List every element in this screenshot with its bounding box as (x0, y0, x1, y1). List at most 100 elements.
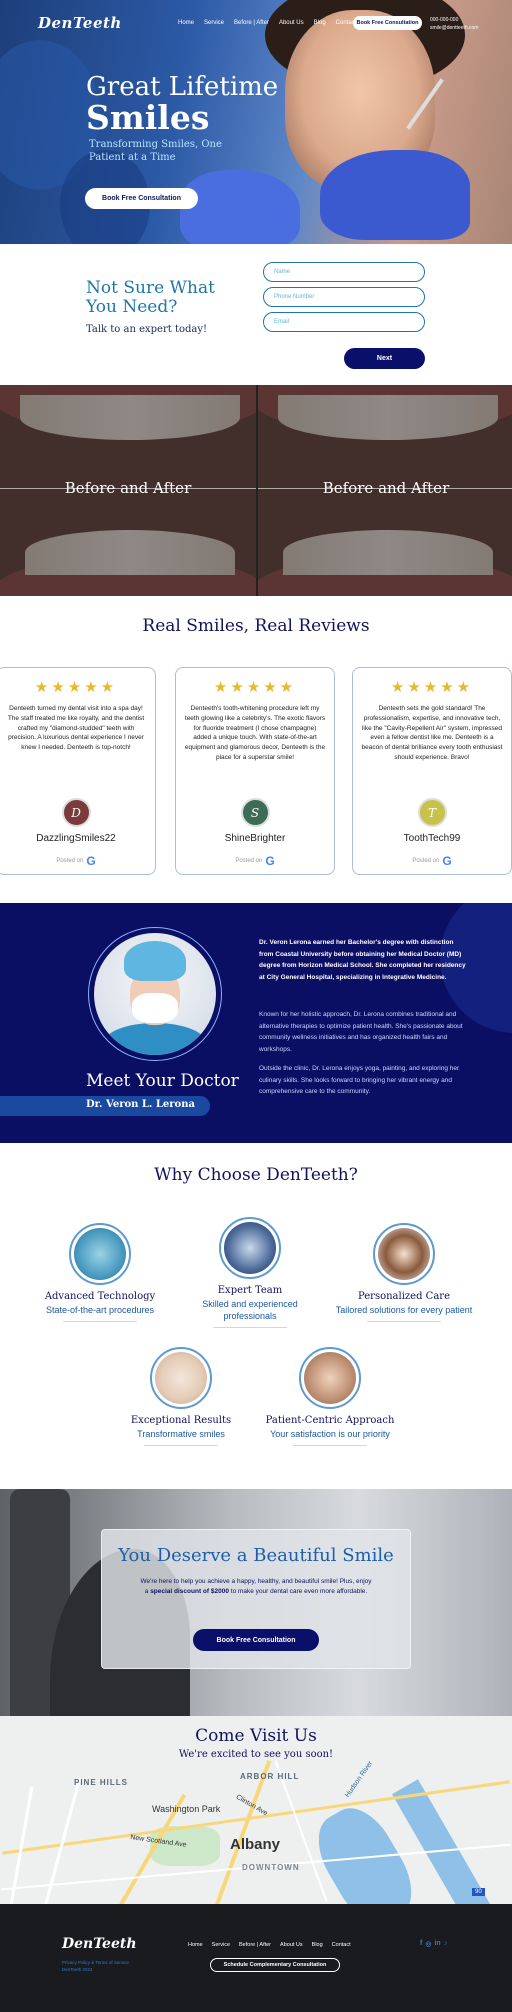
review-text: Denteeth turned my dental visit into a s… (7, 705, 145, 752)
footer-link-home[interactable]: Home (188, 1942, 203, 1948)
hero-photo-glove (180, 170, 300, 244)
cta-text-after: to make your dental care even more affor… (228, 1588, 368, 1595)
results-photo (150, 1347, 212, 1409)
feature-advanced-technology: Advanced Technology State-of-the-art pro… (25, 1223, 175, 1322)
nav-email[interactable]: smile@dentteeth.com (430, 24, 478, 32)
email-input[interactable]: Email (263, 312, 425, 332)
map-city-label: Albany (230, 1836, 281, 1853)
feature-subtitle: Transformative smiles (137, 1429, 225, 1439)
doctor-photo-mask (132, 993, 178, 1023)
review-text: Denteeth sets the gold standard! The pro… (361, 705, 503, 761)
contact-heading: Not Sure What You Need? (86, 278, 215, 317)
site-logo[interactable]: DenTeeth (38, 14, 122, 32)
nav-link-home[interactable]: Home (178, 20, 194, 26)
nav-link-before-after[interactable]: Before | After (234, 20, 269, 26)
care-photo (373, 1223, 435, 1285)
reviews-heading: Real Smiles, Real Reviews (142, 616, 370, 636)
feature-title: Advanced Technology (44, 1291, 156, 1302)
avatar-initial: S (250, 805, 260, 820)
linkedin-icon[interactable]: in (434, 1940, 440, 1948)
footer-link-contact[interactable]: Contact (332, 1942, 351, 1948)
patient-photo (299, 1347, 361, 1409)
map-section[interactable]: PINE HILLS ARBOR HILL Washington Park Cl… (0, 1716, 512, 1904)
map-label: Hudson River (344, 1760, 375, 1799)
instagram-icon[interactable]: ◎ (425, 1940, 431, 1948)
nav-book-consultation-button[interactable]: Book Free Consultation (353, 16, 422, 30)
footer-links: Home Service Before | After About Us Blo… (188, 1942, 351, 1948)
name-input[interactable]: Name (263, 262, 425, 282)
footer-policy-link[interactable]: Privacy Policy & Terms of Service (62, 1960, 129, 1965)
feature-expert-team: Expert Team Skilled and experienced prof… (175, 1217, 325, 1328)
feature-title: Patient-Centric Approach (265, 1415, 395, 1426)
nav-phone[interactable]: 000-000-000 (430, 16, 478, 24)
footer-copyright: DenTeeth 2024 (62, 1967, 93, 1972)
why-heading: Why Choose DenTeeth? (154, 1165, 358, 1185)
star-rating: ★★★★★ (213, 679, 297, 696)
footer-link-before-after[interactable]: Before | After (239, 1942, 271, 1948)
avatar: D (61, 798, 91, 827)
google-icon: G (86, 854, 96, 868)
before-after-panel[interactable]: Before and After (256, 385, 512, 596)
tiktok-icon[interactable]: ♪ (444, 1940, 448, 1948)
divider (213, 1327, 287, 1328)
cta-book-consultation-button[interactable]: Book Free Consultation (193, 1629, 319, 1651)
divider (63, 1321, 137, 1322)
feature-title: Exceptional Results (130, 1415, 232, 1426)
doctor-section: Meet Your Doctor Dr. Veron L. Lerona Dr.… (0, 903, 512, 1143)
feature-personalized-care: Personalized Care Tailored solutions for… (329, 1223, 479, 1322)
footer-link-blog[interactable]: Blog (312, 1942, 323, 1948)
map-highway-marker: 90 (472, 1888, 485, 1896)
reviews-section: Real Smiles, Real Reviews ★★★★★ Denteeth… (0, 596, 512, 903)
hero-book-consultation-button[interactable]: Book Free Consultation (85, 188, 198, 209)
discount-highlight: special discount of $2000 (150, 1588, 229, 1595)
nav-link-service[interactable]: Service (204, 20, 224, 26)
posted-on-label: Posted on (56, 858, 84, 864)
doctor-name: Dr. Veron L. Lerona (86, 1099, 195, 1110)
cta-banner-text: We're here to help you achieve a happy, … (140, 1577, 372, 1597)
reviewer-name: ShineBrighter (224, 833, 286, 844)
avatar-initial: D (71, 805, 81, 820)
footer-link-service[interactable]: Service (212, 1942, 230, 1948)
posted-on: Posted on G (353, 854, 511, 868)
review-text: Denteeth's tooth-whitening procedure lef… (184, 705, 326, 761)
feature-exceptional-results: Exceptional Results Transformative smile… (106, 1347, 256, 1446)
avatar: S (240, 798, 270, 827)
nav-link-blog[interactable]: Blog (314, 20, 326, 26)
posted-on-label: Posted on (412, 858, 440, 864)
avatar-initial: T (427, 805, 436, 820)
schedule-consultation-button[interactable]: Schedule Complementary Consultation (210, 1958, 340, 1972)
before-after-label: Before and After (322, 479, 450, 497)
hero-tagline: Transforming Smiles, One Patient at a Ti… (89, 139, 222, 163)
phone-input[interactable]: Phone Number (263, 287, 425, 307)
before-after-section: Before and After Before and After (0, 385, 512, 596)
cta-banner-heading: You Deserve a Beautiful Smile (118, 1545, 394, 1566)
feature-patient-centric: Patient-Centric Approach Your satisfacti… (255, 1347, 405, 1446)
next-button[interactable]: Next (344, 348, 425, 369)
nav-links: Home Service Before | After About Us Blo… (178, 20, 356, 26)
nav-link-about[interactable]: About Us (279, 20, 304, 26)
review-card: ★★★★★ Denteeth sets the gold standard! T… (352, 667, 512, 875)
posted-on-label: Posted on (235, 858, 263, 864)
team-photo (219, 1217, 281, 1279)
technology-photo (69, 1223, 131, 1285)
feature-subtitle: Skilled and experienced professionals (202, 1299, 298, 1321)
feature-subtitle: Your satisfaction is our priority (270, 1429, 390, 1439)
feature-title: Expert Team (217, 1285, 283, 1296)
map-label: Washington Park (152, 1804, 221, 1814)
review-card: ★★★★★ Denteeth's tooth-whitening procedu… (175, 667, 335, 875)
footer-logo[interactable]: DenTeeth (62, 1936, 137, 1952)
visit-subheading: We're excited to see you soon! (178, 1749, 334, 1760)
reviewer-name: ToothTech99 (403, 833, 461, 844)
avatar: T (417, 798, 447, 827)
footer-link-about[interactable]: About Us (280, 1942, 303, 1948)
star-rating: ★★★★★ (34, 679, 118, 696)
facebook-icon[interactable]: f (420, 1940, 422, 1948)
hero-title: Great Lifetime (86, 72, 279, 102)
hero-photo-glove (320, 150, 470, 240)
doctor-heading: Meet Your Doctor (86, 1071, 239, 1091)
hero-title-emphasis: Smiles (86, 98, 210, 137)
map-label: PINE HILLS (74, 1778, 129, 1787)
map-label: ARBOR HILL (240, 1772, 300, 1781)
social-icons: f ◎ in ♪ (420, 1940, 447, 1948)
before-after-panel[interactable]: Before and After (0, 385, 256, 596)
